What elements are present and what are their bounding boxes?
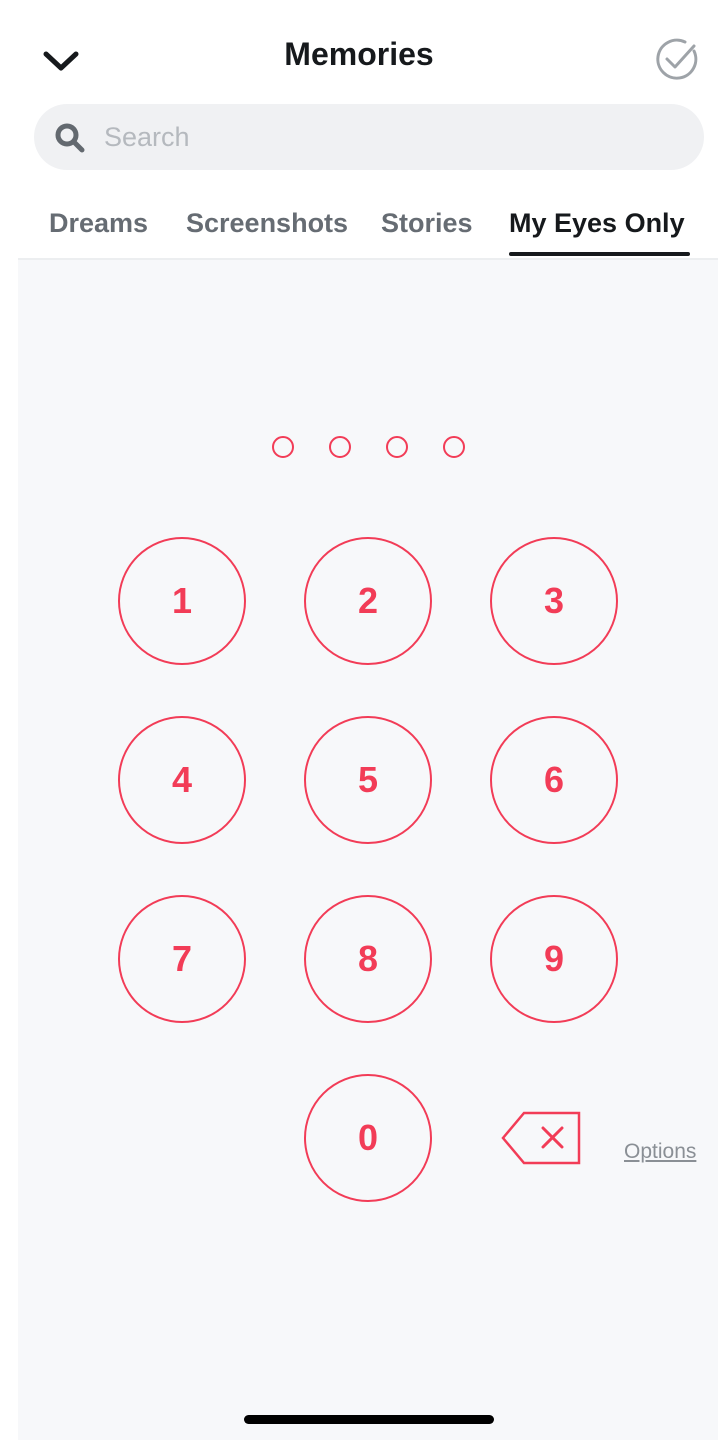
page-title: Memories <box>284 36 434 72</box>
tab-stories[interactable]: Stories <box>381 208 473 239</box>
tab-my-eyes-only[interactable]: My Eyes Only <box>509 208 685 239</box>
key-3[interactable]: 3 <box>490 537 618 665</box>
options-link[interactable]: Options <box>624 1140 696 1164</box>
search-bar[interactable] <box>34 104 704 170</box>
key-2[interactable]: 2 <box>304 537 432 665</box>
tab-dreams[interactable]: Dreams <box>49 208 148 239</box>
key-6[interactable]: 6 <box>490 716 618 844</box>
select-button[interactable] <box>652 34 702 84</box>
key-4[interactable]: 4 <box>118 716 246 844</box>
check-circle-icon <box>656 38 698 80</box>
search-icon <box>55 123 85 153</box>
passcode-dot <box>386 436 408 458</box>
passcode-indicator <box>0 436 718 458</box>
key-1[interactable]: 1 <box>118 537 246 665</box>
key-8[interactable]: 8 <box>304 895 432 1023</box>
key-7[interactable]: 7 <box>118 895 246 1023</box>
key-9[interactable]: 9 <box>490 895 618 1023</box>
key-5[interactable]: 5 <box>304 716 432 844</box>
passcode-dot <box>272 436 294 458</box>
delete-button[interactable] <box>500 1110 582 1166</box>
backspace-icon <box>501 1111 581 1165</box>
tab-screenshots[interactable]: Screenshots <box>186 208 348 239</box>
passcode-dot <box>329 436 351 458</box>
search-input[interactable] <box>104 104 684 170</box>
active-tab-indicator <box>509 252 690 256</box>
passcode-dot <box>443 436 465 458</box>
memories-screen: Memories Dreams Screenshots Stories My E… <box>0 0 718 1440</box>
memories-tabs: Dreams Screenshots Stories My Eyes Only <box>18 196 718 260</box>
key-0[interactable]: 0 <box>304 1074 432 1202</box>
home-indicator[interactable] <box>244 1415 494 1424</box>
